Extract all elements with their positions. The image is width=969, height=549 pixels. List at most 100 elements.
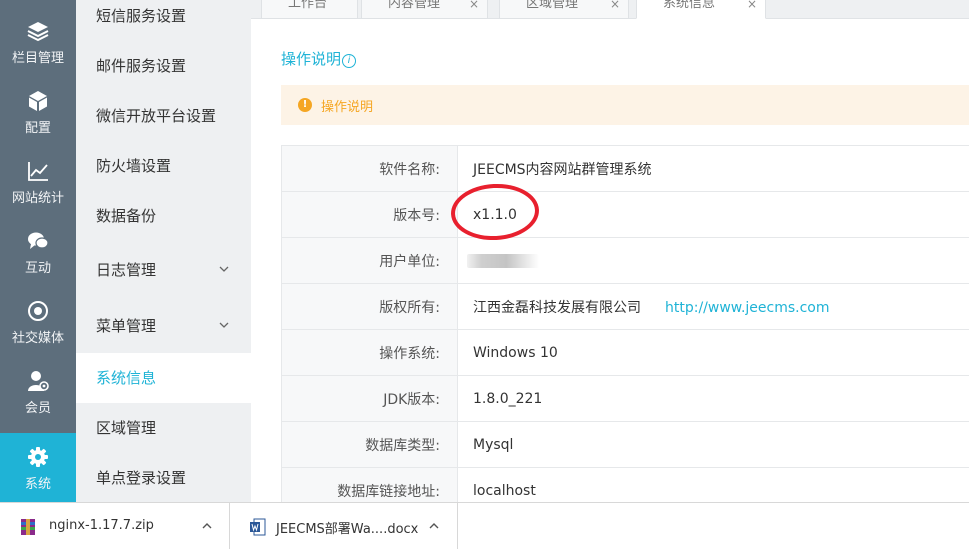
system-info-table: 软件名称: JEECMS内容网站群管理系统 版本号: x1.1.0 用户单位: … <box>281 145 969 502</box>
tab-label: 区域管理 <box>526 0 579 11</box>
chevron-up-icon[interactable] <box>429 521 439 531</box>
row-value: Windows 10 <box>457 329 969 376</box>
tab-workbench[interactable]: 工作台 <box>261 0 358 19</box>
chevron-up-icon[interactable] <box>202 521 212 531</box>
row-key: 操作系统: <box>281 329 458 376</box>
rail-item-label: 系统 <box>24 477 51 492</box>
tab-content-management[interactable]: 内容管理 × <box>361 0 488 19</box>
rail-item-site-stats[interactable]: 网站统计 <box>0 147 76 217</box>
close-icon[interactable]: × <box>747 0 757 15</box>
submenu-item-menu-management[interactable]: 菜单管理 <box>76 301 251 351</box>
user-gear-icon <box>28 371 49 391</box>
close-icon[interactable]: × <box>469 0 479 15</box>
row-key: 数据库链接地址: <box>281 467 458 502</box>
table-row: 用户单位: <box>281 237 969 284</box>
table-row: 软件名称: JEECMS内容网站群管理系统 <box>281 145 969 192</box>
download-item[interactable]: nginx-1.17.7.zip <box>0 503 230 549</box>
row-key: 版权所有: <box>281 283 458 330</box>
download-item[interactable]: JEECMS部署Wa....docx <box>230 503 458 549</box>
row-value: JEECMS内容网站群管理系统 <box>457 145 969 192</box>
warning-icon: ! <box>298 98 312 112</box>
row-value: localhost <box>457 467 969 502</box>
website-link[interactable]: http://www.jeecms.com <box>665 300 830 316</box>
notice-banner: ! 操作说明 <box>281 85 969 125</box>
table-row: 数据库链接地址: localhost <box>281 467 969 502</box>
zip-archive-icon <box>21 519 35 535</box>
table-row: 数据库类型: Mysql <box>281 421 969 468</box>
submenu-item-label: 数据备份 <box>96 207 157 225</box>
rail-item-label: 互动 <box>24 261 51 276</box>
target-icon <box>28 301 48 321</box>
submenu-item-data-backup[interactable]: 数据备份 <box>76 191 251 241</box>
line-chart-icon <box>28 162 48 181</box>
rail-item-label: 网站统计 <box>11 191 64 206</box>
tab-label: 系统信息 <box>663 0 716 11</box>
rail-item-column-management[interactable]: 栏目管理 <box>0 7 76 77</box>
tab-region-management[interactable]: 区域管理 × <box>499 0 629 19</box>
icon-rail: 栏目管理 配置 网站统计 互动 社交媒体 会员 系统 <box>0 0 76 503</box>
system-submenu: 短信服务设置 邮件服务设置 微信开放平台设置 防火墙设置 数据备份 日志管理 菜… <box>76 0 251 502</box>
rail-item-interaction[interactable]: 互动 <box>0 217 76 287</box>
submenu-item-label: 邮件服务设置 <box>96 57 187 75</box>
copyright-owner: 江西金磊科技发展有限公司 <box>473 299 641 316</box>
row-key: 数据库类型: <box>281 421 458 468</box>
table-row: 版权所有: 江西金磊科技发展有限公司 http://www.jeecms.com <box>281 283 969 330</box>
redacted-value <box>467 253 539 268</box>
close-icon[interactable]: × <box>610 0 620 15</box>
tab-bar: 工作台 内容管理 × 区域管理 × 系统信息 × <box>251 0 969 19</box>
row-value: 江西金磊科技发展有限公司 http://www.jeecms.com <box>457 283 969 330</box>
table-row: JDK版本: 1.8.0_221 <box>281 375 969 422</box>
submenu-item-firewall-settings[interactable]: 防火墙设置 <box>76 141 251 191</box>
info-icon[interactable]: i <box>342 54 357 68</box>
row-key: JDK版本: <box>281 375 458 422</box>
submenu-item-system-info[interactable]: 系统信息 <box>76 353 251 403</box>
rail-item-system[interactable]: 系统 <box>0 433 76 503</box>
submenu-item-wechat-settings[interactable]: 微信开放平台设置 <box>76 91 251 141</box>
row-key: 软件名称: <box>281 145 458 192</box>
word-document-icon <box>250 518 266 536</box>
tab-label: 内容管理 <box>388 0 441 11</box>
page-title-text: 操作说明 <box>281 50 342 68</box>
tab-system-info[interactable]: 系统信息 × <box>636 0 766 19</box>
submenu-item-region-management[interactable]: 区域管理 <box>76 403 251 453</box>
submenu-item-label: 日志管理 <box>96 261 157 279</box>
rail-item-label: 栏目管理 <box>11 51 64 66</box>
page-title: 操作说明 i <box>281 48 357 69</box>
rail-item-members[interactable]: 会员 <box>0 357 76 427</box>
submenu-item-label: 菜单管理 <box>96 317 157 335</box>
tab-label: 工作台 <box>288 0 328 11</box>
row-value: 1.8.0_221 <box>457 375 969 422</box>
version-value: x1.1.0 <box>457 191 969 238</box>
submenu-item-label: 短信服务设置 <box>96 7 187 25</box>
rail-item-label: 会员 <box>24 401 51 416</box>
rail-item-label: 社交媒体 <box>11 331 64 346</box>
rail-item-config[interactable]: 配置 <box>0 77 76 147</box>
layers-icon <box>27 22 49 42</box>
row-key: 版本号: <box>281 191 458 238</box>
rail-item-social-media[interactable]: 社交媒体 <box>0 287 76 357</box>
submenu-item-label: 微信开放平台设置 <box>96 107 217 125</box>
chevron-down-icon <box>219 266 229 272</box>
chat-bubbles-icon <box>28 232 49 249</box>
download-filename: nginx-1.17.7.zip <box>49 518 154 533</box>
submenu-item-sms-settings[interactable]: 短信服务设置 <box>76 0 251 41</box>
row-key: 用户单位: <box>281 237 458 284</box>
submenu-item-label: 单点登录设置 <box>96 469 187 487</box>
submenu-item-log-management[interactable]: 日志管理 <box>76 245 251 295</box>
submenu-item-label: 系统信息 <box>96 369 157 387</box>
submenu-item-label: 防火墙设置 <box>96 157 172 175</box>
row-value: Mysql <box>457 421 969 468</box>
submenu-item-mail-settings[interactable]: 邮件服务设置 <box>76 41 251 91</box>
main-content: 操作说明 i ! 操作说明 软件名称: JEECMS内容网站群管理系统 版本号: … <box>251 20 969 502</box>
notice-text: 操作说明 <box>321 100 374 115</box>
row-value <box>457 237 969 284</box>
rail-item-label: 配置 <box>24 121 51 136</box>
gear-icon <box>28 447 48 467</box>
download-filename: JEECMS部署Wa....docx <box>276 522 419 537</box>
chevron-down-icon <box>219 322 229 328</box>
table-row: 版本号: x1.1.0 <box>281 191 969 238</box>
submenu-item-sso-settings[interactable]: 单点登录设置 <box>76 453 251 503</box>
download-bar: nginx-1.17.7.zip JEECMS部署Wa....docx <box>0 502 969 549</box>
table-row: 操作系统: Windows 10 <box>281 329 969 376</box>
cube-icon <box>29 91 47 111</box>
